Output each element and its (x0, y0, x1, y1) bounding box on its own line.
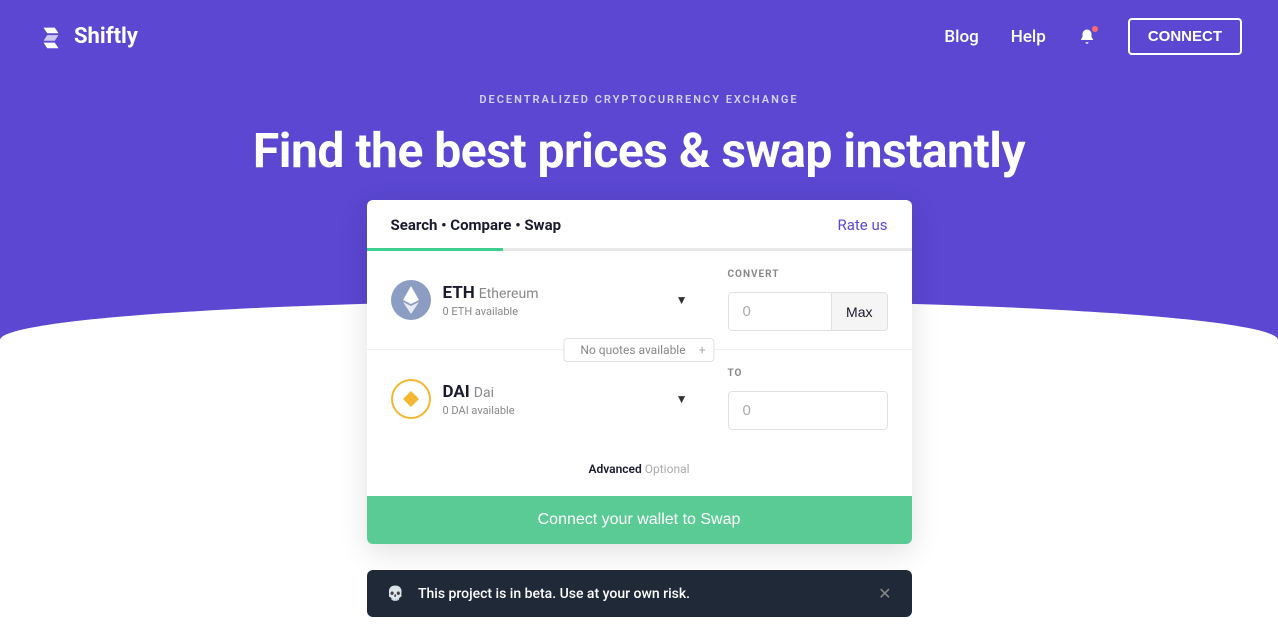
to-token-selector[interactable]: DAIDai 0 DAI available ▼ (391, 379, 728, 419)
chevron-down-icon: ▼ (676, 293, 688, 307)
from-amount-input[interactable] (729, 293, 832, 330)
to-available: 0 DAI available (443, 404, 664, 417)
connect-button[interactable]: CONNECT (1128, 18, 1242, 55)
from-token-selector[interactable]: ETHEthereum 0 ETH available ▼ (391, 280, 728, 320)
card-title: Search • Compare • Swap (391, 216, 562, 234)
hero-eyebrow: DECENTRALIZED CRYPTOCURRENCY EXCHANGE (0, 93, 1278, 106)
from-name: Ethereum (479, 286, 539, 302)
advanced-toggle[interactable]: AdvancedOptional (367, 448, 912, 496)
nav-help[interactable]: Help (1011, 27, 1046, 47)
to-name: Dai (474, 385, 494, 401)
close-icon[interactable]: ✕ (878, 584, 891, 603)
skull-icon: 💀 (387, 586, 404, 602)
hero-headline: Find the best prices & swap instantly (0, 122, 1278, 179)
expand-quotes-icon[interactable]: + (699, 343, 706, 357)
chevron-down-icon: ▼ (676, 392, 688, 406)
convert-label: CONVERT (728, 269, 888, 280)
nav-blog[interactable]: Blog (944, 27, 978, 47)
to-label: TO (728, 368, 888, 379)
shiftly-logo-icon (36, 22, 66, 52)
quote-status: No quotes available + (563, 338, 714, 362)
notifications-icon[interactable] (1078, 28, 1096, 46)
banner-text: This project is in beta. Use at your own… (418, 586, 864, 602)
notification-badge (1092, 26, 1098, 32)
beta-banner: 💀 This project is in beta. Use at your o… (367, 570, 912, 617)
to-amount-input[interactable] (729, 392, 887, 429)
from-available: 0 ETH available (443, 305, 664, 318)
from-symbol: ETH (443, 283, 475, 303)
max-button[interactable]: Max (831, 293, 886, 330)
rate-us-link[interactable]: Rate us (838, 216, 888, 234)
header: Shiftly Blog Help CONNECT (0, 0, 1278, 73)
swap-cta-button[interactable]: Connect your wallet to Swap (367, 496, 912, 544)
brand-logo[interactable]: Shiftly (36, 22, 138, 52)
dai-icon (391, 379, 431, 419)
to-symbol: DAI (443, 382, 470, 402)
eth-icon (391, 280, 431, 320)
swap-card: Search • Compare • Swap Rate us ETHEther… (367, 200, 912, 544)
brand-name: Shiftly (74, 24, 138, 49)
